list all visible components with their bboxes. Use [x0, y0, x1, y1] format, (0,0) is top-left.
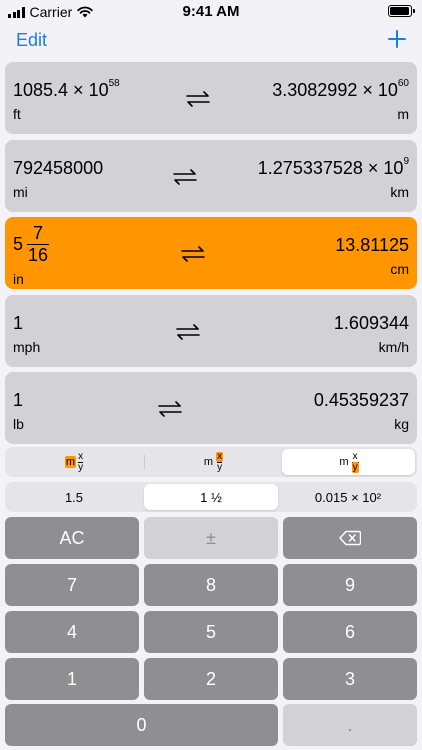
fraction-format-selector: m xy m xy m xy: [5, 447, 417, 477]
right-unit: km: [390, 184, 409, 200]
right-value: 1.275337528 × 109: [257, 156, 409, 178]
left-unit: mi: [13, 184, 28, 200]
conversion-row-length-ft-m[interactable]: 1085.4 × 1058 ft 3.3082992 × 1060 m: [5, 62, 417, 134]
left-unit: lb: [13, 416, 24, 432]
plus-minus-button[interactable]: ±: [144, 517, 278, 559]
delete-button[interactable]: [283, 517, 417, 559]
left-value: 1: [13, 313, 24, 333]
ac-button[interactable]: AC: [5, 517, 139, 559]
right-value: 1.609344: [333, 313, 409, 333]
right-unit: cm: [390, 261, 409, 277]
fraction-format-icon: m xy: [339, 450, 359, 473]
digit-3-button[interactable]: 3: [283, 658, 417, 700]
conversion-row-length-mi-km[interactable]: 792458000 mi 1.275337528 × 109 km: [5, 140, 417, 212]
left-value: 1085.4 × 1058: [13, 78, 120, 100]
nav-bar: Edit: [0, 24, 422, 58]
left-value: 792458000: [13, 158, 104, 178]
digit-6-button[interactable]: 6: [283, 611, 417, 653]
right-unit: kg: [394, 416, 409, 432]
digit-5-button[interactable]: 5: [144, 611, 278, 653]
status-time: 9:41 AM: [182, 3, 240, 20]
right-unit: m: [397, 106, 409, 122]
number-format-selector: 1.5 1 ½ 0.015 × 10²: [5, 482, 417, 512]
digit-9-button[interactable]: 9: [283, 564, 417, 606]
left-value: 1: [13, 390, 24, 410]
conversion-row-length-in-cm[interactable]: 5 7 16 in 13.81125 cm: [5, 217, 417, 289]
right-unit: km/h: [378, 339, 409, 355]
swap-arrows-icon[interactable]: [185, 90, 211, 108]
right-value: 0.45359237: [313, 390, 409, 410]
left-unit: ft: [13, 106, 21, 122]
swap-arrows-icon[interactable]: [157, 400, 183, 418]
digit-8-button[interactable]: 8: [144, 564, 278, 606]
digit-0-button[interactable]: 0: [5, 704, 278, 746]
right-value: 13.81125: [335, 235, 409, 255]
fraction-format-option-denominator[interactable]: m xy: [282, 449, 415, 475]
plus-icon[interactable]: [386, 28, 408, 50]
left-unit: in: [13, 271, 24, 287]
number-format-option-scientific[interactable]: 0.015 × 10²: [281, 484, 415, 510]
swap-arrows-icon[interactable]: [175, 323, 201, 341]
fraction-format-option-whole[interactable]: m xy: [7, 449, 141, 475]
conversion-row-speed-mph-kmh[interactable]: 1 mph 1.609344 km/h: [5, 295, 417, 367]
left-value-fraction: 5 7 16: [13, 223, 50, 265]
swap-arrows-icon[interactable]: [172, 168, 198, 186]
status-bar: Carrier 9:41 AM: [0, 0, 422, 22]
fraction-format-icon: m xy: [64, 450, 84, 473]
number-format-option-fraction[interactable]: 1 ½: [144, 484, 278, 510]
battery-icon: [388, 5, 415, 17]
right-value: 3.3082992 × 1060: [272, 78, 409, 100]
conversion-row-mass-lb-kg[interactable]: 1 lb 0.45359237 kg: [5, 372, 417, 444]
fraction-format-icon: m xy: [203, 450, 224, 473]
segment-divider: [144, 455, 145, 469]
digit-2-button[interactable]: 2: [144, 658, 278, 700]
edit-button[interactable]: Edit: [16, 30, 47, 51]
digit-7-button[interactable]: 7: [5, 564, 139, 606]
digit-4-button[interactable]: 4: [5, 611, 139, 653]
fraction-format-option-numerator[interactable]: m xy: [146, 449, 280, 475]
left-unit: mph: [13, 339, 41, 355]
digit-1-button[interactable]: 1: [5, 658, 139, 700]
backspace-icon: [339, 530, 361, 546]
number-format-option-decimal[interactable]: 1.5: [7, 484, 141, 510]
decimal-point-button[interactable]: .: [283, 704, 417, 746]
swap-arrows-icon[interactable]: [180, 245, 206, 263]
